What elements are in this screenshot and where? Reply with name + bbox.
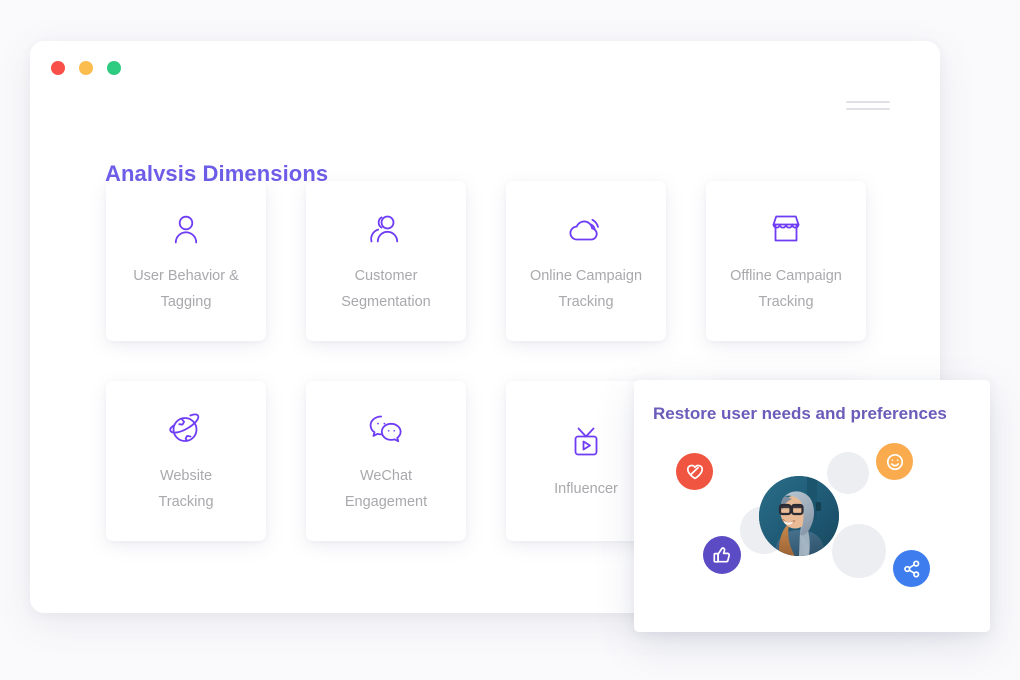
handle-line-2 — [846, 108, 890, 110]
like-heart-button[interactable] — [676, 453, 713, 490]
handle-line-1 — [846, 101, 890, 103]
thumbs-up-icon — [712, 545, 732, 565]
dimension-card-online-campaign[interactable]: Online Campaign Tracking — [506, 181, 666, 341]
dimension-card-user-behavior[interactable]: User Behavior & Tagging — [106, 181, 266, 341]
users-group-icon — [367, 207, 405, 251]
dimension-card-website-tracking[interactable]: Website Tracking — [106, 381, 266, 541]
dimension-card-offline-campaign[interactable]: Offline Campaign Tracking — [706, 181, 866, 341]
decorative-blob — [832, 524, 886, 578]
traffic-lights — [51, 61, 121, 75]
storefront-icon — [769, 207, 803, 251]
smiley-face-icon — [885, 452, 905, 472]
dimension-card-label: WeChat Engagement — [344, 468, 428, 510]
dimension-card-wechat-engagement[interactable]: WeChat Engagement — [306, 381, 466, 541]
dimension-card-label: Customer Segmentation — [341, 268, 431, 310]
menu-handle-icon[interactable] — [846, 101, 890, 110]
minimize-button[interactable] — [79, 61, 93, 75]
maximize-button[interactable] — [107, 61, 121, 75]
globe-orbit-icon — [168, 407, 204, 451]
decorative-blob — [827, 452, 869, 494]
dimension-card-label: Online Campaign Tracking — [529, 268, 643, 310]
dimension-card-label: Offline Campaign Tracking — [730, 268, 842, 310]
user-icon — [169, 207, 203, 251]
tv-play-icon — [569, 420, 603, 464]
dimension-card-label: Website Tracking — [158, 468, 214, 510]
thumbs-up-button[interactable] — [703, 536, 741, 574]
share-button[interactable] — [893, 550, 930, 587]
popup-title: Restore user needs and preferences — [653, 404, 947, 423]
restore-preferences-popup: Restore user needs and preferences — [634, 380, 990, 632]
cloud-signal-icon — [567, 207, 605, 251]
wechat-bubbles-icon — [368, 407, 404, 451]
share-nodes-icon — [902, 559, 922, 579]
smiley-reaction-button[interactable] — [876, 443, 913, 480]
dimension-card-label: User Behavior & Tagging — [133, 268, 239, 310]
user-avatar — [759, 476, 839, 556]
dimension-card-customer-segmentation[interactable]: Customer Segmentation — [306, 181, 466, 341]
heart-pulse-icon — [685, 462, 705, 482]
close-button[interactable] — [51, 61, 65, 75]
card-row: User Behavior & Tagging Customer Segment… — [106, 181, 866, 341]
